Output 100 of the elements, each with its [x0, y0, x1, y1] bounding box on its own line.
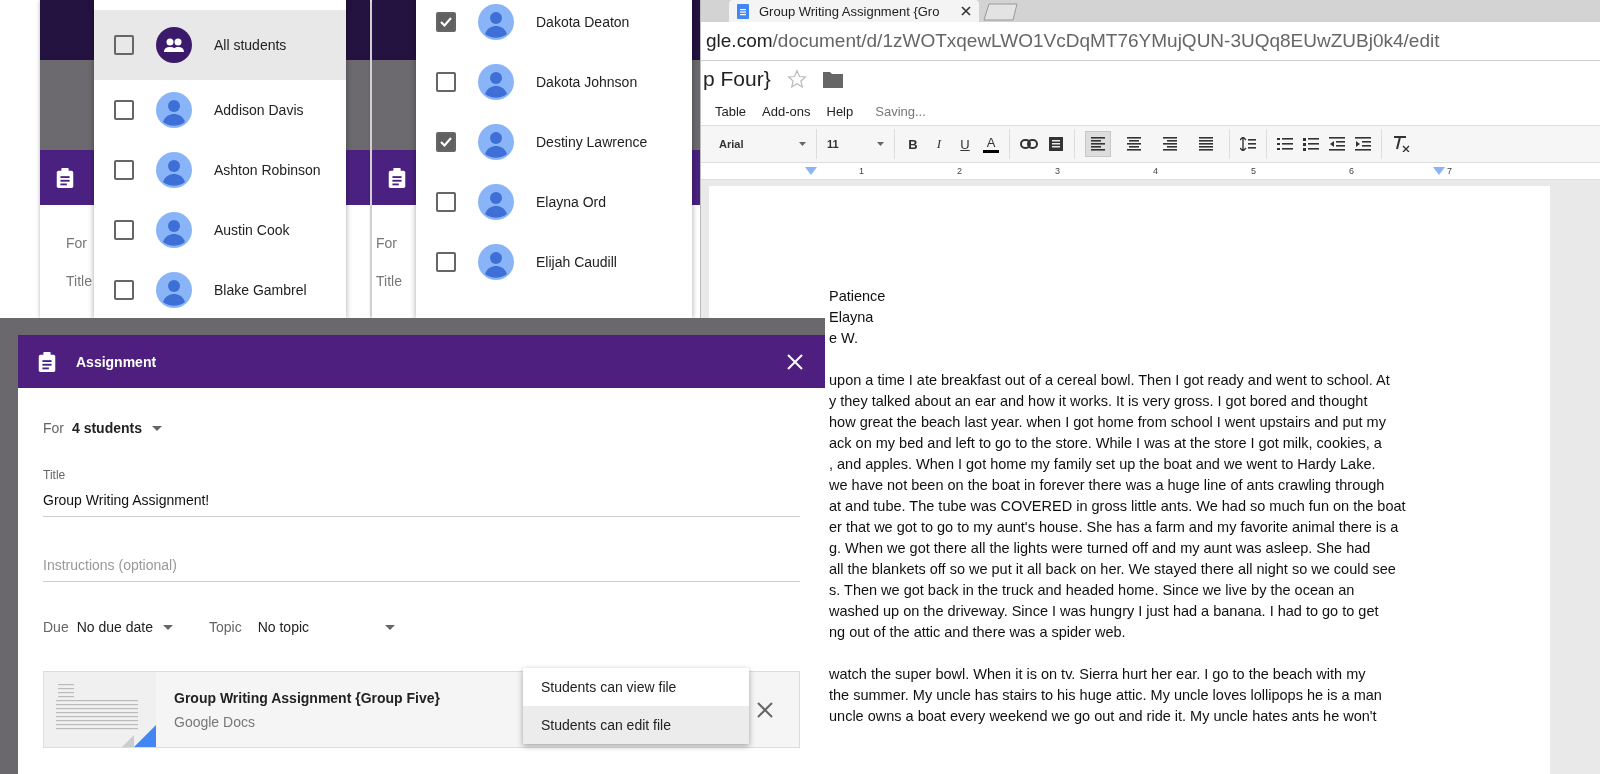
student-row[interactable]: Blake Gambrel	[94, 260, 346, 320]
checkbox[interactable]	[436, 192, 456, 212]
format-button[interactable]: B	[905, 136, 921, 152]
students-dropdown[interactable]: 4 students	[72, 420, 162, 436]
student-row[interactable]: Elijah Caudill	[416, 232, 692, 292]
comment-icon[interactable]	[1048, 136, 1064, 152]
decrease-indent-icon[interactable]	[1329, 137, 1345, 151]
student-row[interactable]: Austin Cook	[94, 200, 346, 260]
text-line: , and apples. When I got home my family set up the boat and we went to Hardy Lake.	[829, 455, 1377, 474]
student-name: Dakota Johnson	[536, 74, 638, 90]
link-icon[interactable]	[1020, 139, 1038, 149]
text-line: upon a time I ate breakfast out of a cereal bowl. Then I got ready and went to school. At	[829, 371, 1391, 390]
bulleted-list-icon[interactable]	[1303, 137, 1319, 151]
font-dropdown[interactable]: Arial	[719, 138, 789, 150]
ruler-number: 2	[957, 166, 963, 176]
checkbox[interactable]	[436, 72, 456, 92]
caret-icon	[163, 624, 173, 630]
field-label: For	[43, 420, 64, 436]
checkbox[interactable]	[436, 132, 456, 152]
avatar-icon	[156, 212, 192, 248]
increase-indent-icon[interactable]	[1355, 137, 1371, 151]
student-row[interactable]: Destiny Lawrence	[416, 112, 692, 172]
due-date-dropdown[interactable]: No due date	[76, 619, 173, 635]
caret-icon	[152, 425, 162, 431]
text-line: how great the beach last year. when I got home from school I went upstairs and put my	[829, 413, 1387, 432]
avatar-icon	[478, 4, 514, 40]
folder-icon[interactable]	[822, 70, 843, 88]
browser-tab[interactable]: Group Writing Assignment {Gro	[729, 0, 979, 22]
text-line: ack on my bed and left to go to the store. While I was at the store I got milk, cookies, a	[829, 434, 1383, 453]
align-icon	[1091, 137, 1105, 151]
close-icon[interactable]	[757, 701, 773, 718]
clipboard-icon	[54, 165, 76, 190]
avatar-icon	[156, 272, 192, 308]
align-icon	[1127, 137, 1141, 151]
caret-icon	[877, 142, 884, 146]
document-icon	[737, 3, 749, 19]
align-icon	[1163, 137, 1177, 151]
checkbox[interactable]	[114, 35, 134, 55]
text-line: watch the super bowl. When it is on tv. Sierra hurt her ear. I go to the beach with my	[829, 665, 1367, 684]
topic-dropdown[interactable]: No topic	[257, 619, 396, 635]
menu-item[interactable]: Students can edit file	[523, 706, 749, 744]
student-row[interactable]: Dakota Deaton	[416, 0, 692, 52]
avatar-icon	[156, 92, 192, 128]
clipboard-icon	[386, 165, 408, 190]
ruler-number: 4	[1153, 166, 1159, 176]
student-row[interactable]: Ashton Robinson	[94, 140, 346, 200]
text-line: y they talked about an ear and how it works. It is very gross. I got bored and thought	[829, 392, 1369, 411]
document-title[interactable]: p Four}	[703, 67, 771, 91]
text-line: s. Then we got back in the truck and headed home. Since we live by the ocean an	[829, 581, 1356, 600]
address-bar[interactable]: gle.com/document/d/1zWOTxqewLWO1VcDqMT76YMujQUN-3UQq8EUwZUBj0k4/edit	[701, 22, 1600, 61]
student-name: Ashton Robinson	[214, 162, 321, 178]
format-button[interactable]: A	[983, 135, 999, 153]
field-label: For	[376, 235, 397, 251]
checkbox[interactable]	[436, 12, 456, 32]
align-button[interactable]	[1085, 131, 1111, 157]
student-row[interactable]: Elayna Ord	[416, 172, 692, 232]
menu-item[interactable]: Help	[826, 103, 854, 119]
size-dropdown[interactable]: 11	[827, 138, 867, 150]
format-button[interactable]: U	[957, 136, 973, 152]
avatar-icon	[478, 124, 514, 160]
indent-marker-icon	[1433, 167, 1446, 175]
ruler-number: 7	[1447, 166, 1453, 176]
numbered-list-icon[interactable]	[1277, 137, 1293, 151]
student-row[interactable]: All students	[94, 10, 346, 80]
text-line: all the blankets off so we put it all back on her. We stayed there all night so we could see	[829, 560, 1397, 579]
field-label: Title	[43, 468, 67, 482]
close-icon[interactable]	[961, 6, 971, 16]
align-icon	[1199, 137, 1213, 151]
checkbox[interactable]	[114, 160, 134, 180]
student-name: Blake Gambrel	[214, 282, 307, 298]
avatar-icon	[156, 152, 192, 188]
attachment-type: Google Docs	[174, 713, 255, 730]
student-name: Addison Davis	[214, 102, 304, 118]
student-row[interactable]: Addison Davis	[94, 80, 346, 140]
dialog-title: Assignment	[76, 353, 158, 370]
checkbox[interactable]	[114, 220, 134, 240]
line-spacing-icon[interactable]	[1240, 137, 1256, 151]
group-avatar-icon	[156, 27, 192, 63]
star-icon[interactable]	[786, 69, 807, 89]
menu-item[interactable]: Table	[715, 103, 747, 119]
student-row[interactable]: Dakota Johnson	[416, 52, 692, 112]
attachment-name: Group Writing Assignment {Group Five}	[174, 689, 440, 706]
clear-formatting-icon[interactable]	[1392, 136, 1410, 152]
checkbox[interactable]	[114, 280, 134, 300]
student-name: All students	[214, 37, 287, 53]
indent-marker-icon	[805, 167, 817, 175]
text-line: we have not been on the boat in forever there was a huge line of ants crawling through	[829, 476, 1386, 495]
checkbox[interactable]	[114, 100, 134, 120]
avatar-icon	[478, 184, 514, 220]
student-name: Austin Cook	[214, 222, 290, 238]
format-button[interactable]: I	[931, 136, 947, 152]
text-line: uncle owns a boat every weekend we go out and ride it. My uncle hates ants he won't	[829, 707, 1378, 726]
menu-item[interactable]: Students can view file	[523, 668, 749, 706]
menu-item[interactable]: Add-ons	[762, 103, 811, 119]
field-label: For	[66, 235, 87, 251]
ruler-number: 5	[1251, 166, 1257, 176]
caret-icon	[385, 624, 396, 630]
checkbox[interactable]	[436, 252, 456, 272]
caret-icon	[799, 142, 806, 146]
field-label: Title	[66, 273, 92, 289]
